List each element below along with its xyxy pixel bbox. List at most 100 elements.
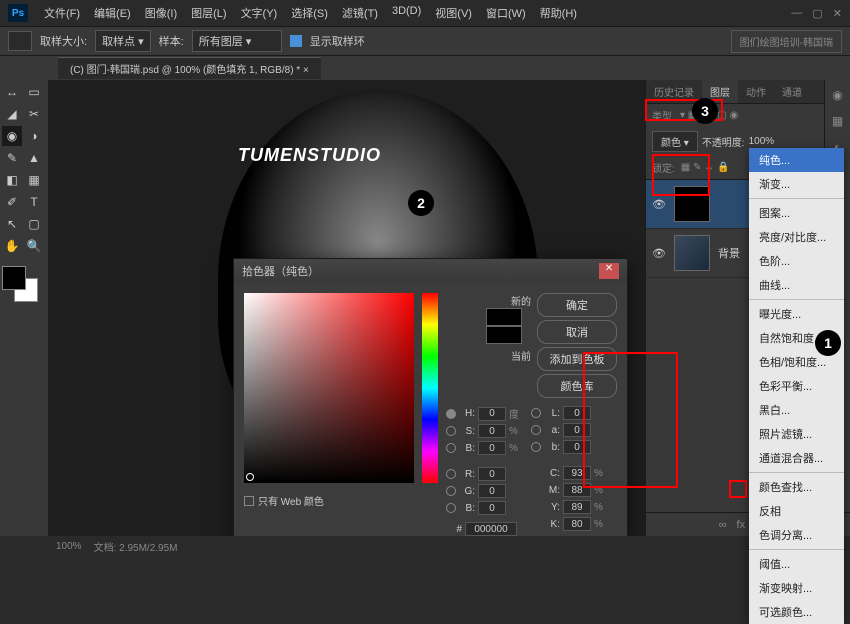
- menu-item[interactable]: 滤镜(T): [336, 2, 384, 24]
- visibility-icon[interactable]: 👁: [652, 198, 666, 211]
- blend-mode-select[interactable]: 颜色 ▾: [652, 131, 698, 152]
- menu-item[interactable]: 帮助(H): [534, 2, 583, 24]
- color-mode-radio[interactable]: [446, 426, 456, 436]
- eyedropper-tool[interactable]: ◉: [2, 126, 22, 146]
- swatches-panel-icon[interactable]: ▦: [832, 114, 843, 128]
- color-value-input[interactable]: [478, 501, 506, 515]
- window-controls[interactable]: — ▢ ✕: [791, 7, 842, 20]
- panel-tab[interactable]: 历史记录: [646, 80, 702, 103]
- color-value-input[interactable]: [478, 407, 506, 421]
- hue-strip[interactable]: [422, 293, 438, 483]
- visibility-icon[interactable]: 👁: [652, 247, 666, 260]
- add-swatch-button[interactable]: 添加到色板: [537, 347, 617, 371]
- foreground-background-swatch[interactable]: [2, 266, 42, 306]
- zoom-level[interactable]: 100%: [56, 541, 82, 552]
- menu-item[interactable]: 编辑(E): [88, 2, 137, 24]
- show-ring-checkbox[interactable]: [290, 35, 302, 47]
- menu-item[interactable]: 图案...: [749, 201, 844, 225]
- opacity-value[interactable]: 100%: [749, 136, 775, 147]
- minimize-icon[interactable]: —: [791, 7, 802, 20]
- menu-item[interactable]: 曝光度...: [749, 302, 844, 326]
- layer-action-icon[interactable]: fx: [737, 519, 746, 531]
- menu-item[interactable]: 文字(Y): [235, 2, 284, 24]
- menu-item[interactable]: 图像(I): [139, 2, 183, 24]
- dialog-close-button[interactable]: ✕: [599, 263, 619, 279]
- menu-item[interactable]: 色彩平衡...: [749, 374, 844, 398]
- panel-tab[interactable]: 动作: [738, 80, 774, 103]
- color-lib-button[interactable]: 颜色库: [537, 374, 617, 398]
- hand-tool[interactable]: ✋: [2, 236, 22, 256]
- menu-item[interactable]: 图层(L): [185, 2, 232, 24]
- eraser-tool[interactable]: ◧: [2, 170, 22, 190]
- sample-layers-select[interactable]: 所有图层 ▾: [192, 30, 282, 52]
- heal-tool[interactable]: ◑: [24, 126, 44, 146]
- shape-tool[interactable]: ▢: [24, 214, 44, 234]
- badge-1: 1: [815, 330, 841, 356]
- color-value-input[interactable]: [478, 441, 506, 455]
- layer-action-icon[interactable]: ∞: [719, 519, 727, 531]
- marquee-tool[interactable]: ▭: [24, 82, 44, 102]
- stamp-tool[interactable]: ▲: [24, 148, 44, 168]
- color-mode-radio[interactable]: [531, 408, 541, 418]
- color-value-input[interactable]: [563, 406, 591, 420]
- menu-item[interactable]: 窗口(W): [480, 2, 532, 24]
- path-tool[interactable]: ↖: [2, 214, 22, 234]
- color-mode-radio[interactable]: [531, 442, 541, 452]
- color-mode-radio[interactable]: [446, 469, 456, 479]
- menu-item[interactable]: 色阶...: [749, 249, 844, 273]
- move-tool[interactable]: ↔: [2, 82, 22, 102]
- menu-item[interactable]: 渐变...: [749, 172, 844, 196]
- opacity-label: 不透明度:: [702, 134, 745, 149]
- color-mode-radio[interactable]: [531, 425, 541, 435]
- menu-item[interactable]: 文件(F): [38, 2, 86, 24]
- menu-item[interactable]: 视图(V): [429, 2, 478, 24]
- ok-button[interactable]: 确定: [537, 293, 617, 317]
- menu-item[interactable]: 反相: [749, 499, 844, 523]
- menu-item[interactable]: 3D(D): [386, 2, 427, 24]
- color-value-input[interactable]: [478, 467, 506, 481]
- menu-item[interactable]: 亮度/对比度...: [749, 225, 844, 249]
- type-tool[interactable]: T: [24, 192, 44, 212]
- color-mode-radio[interactable]: [446, 443, 456, 453]
- color-panel-icon[interactable]: ◉: [832, 88, 842, 102]
- gradient-tool[interactable]: ▦: [24, 170, 44, 190]
- sample-size-select[interactable]: 取样点 ▾: [95, 30, 151, 52]
- color-value-input[interactable]: [563, 517, 591, 531]
- menu-item[interactable]: 照片滤镜...: [749, 422, 844, 446]
- color-mode-radio[interactable]: [446, 503, 456, 513]
- color-mode-radio[interactable]: [446, 409, 456, 419]
- cancel-button[interactable]: 取消: [537, 320, 617, 344]
- canvas[interactable]: TUMENSTUDIO Tumen Studio 拾色器（纯色） ✕ 只有 We…: [48, 80, 645, 536]
- color-mode-radio[interactable]: [446, 486, 456, 496]
- menu-item[interactable]: 可选颜色...: [749, 600, 844, 624]
- menu-item[interactable]: 曲线...: [749, 273, 844, 297]
- eyedropper-tool-icon[interactable]: [8, 31, 32, 51]
- color-value-input[interactable]: [563, 483, 591, 497]
- menu-item[interactable]: 选择(S): [285, 2, 334, 24]
- menu-item[interactable]: 颜色查找...: [749, 475, 844, 499]
- document-tab[interactable]: (C) 图门-韩国瑞.psd @ 100% (颜色填充 1, RGB/8) * …: [58, 57, 321, 79]
- color-value-input[interactable]: [563, 440, 591, 454]
- layer-name[interactable]: 背景: [718, 245, 740, 261]
- menu-item[interactable]: 纯色...: [749, 148, 844, 172]
- color-value-input[interactable]: [563, 500, 591, 514]
- menu-item[interactable]: 黑白...: [749, 398, 844, 422]
- maximize-icon[interactable]: ▢: [812, 7, 822, 20]
- menu-item[interactable]: 渐变映射...: [749, 576, 844, 600]
- hex-input[interactable]: [465, 522, 517, 536]
- crop-tool[interactable]: ✂: [24, 104, 44, 124]
- saturation-box[interactable]: [244, 293, 414, 483]
- color-value-input[interactable]: [478, 424, 506, 438]
- brush-tool[interactable]: ✎: [2, 148, 22, 168]
- panel-tab[interactable]: 通道: [774, 80, 810, 103]
- color-value-input[interactable]: [563, 423, 591, 437]
- zoom-tool[interactable]: 🔍: [24, 236, 44, 256]
- menu-item[interactable]: 色调分离...: [749, 523, 844, 547]
- color-value-input[interactable]: [478, 484, 506, 498]
- web-only-checkbox[interactable]: [244, 496, 254, 506]
- pen-tool[interactable]: ✐: [2, 192, 22, 212]
- menu-item[interactable]: 通道混合器...: [749, 446, 844, 470]
- lasso-tool[interactable]: ◢: [2, 104, 22, 124]
- color-value-input[interactable]: [563, 466, 591, 480]
- close-icon[interactable]: ✕: [833, 7, 842, 20]
